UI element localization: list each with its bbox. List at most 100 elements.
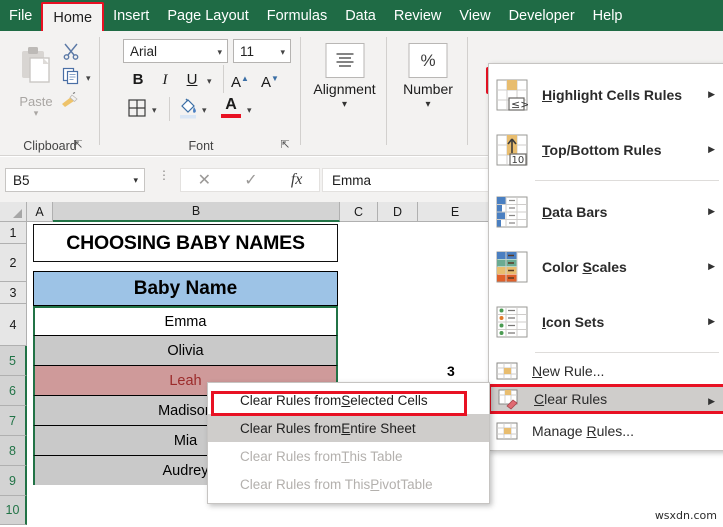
clear-rules-submenu: Clear Rules from Selected Cells Clear Ru… [207, 382, 490, 504]
row-header-6[interactable]: 6 [0, 376, 27, 406]
menu-item-label: New Rule... [532, 363, 605, 379]
underline-button[interactable]: U [181, 69, 203, 91]
cell-b5[interactable]: Emma [33, 306, 338, 336]
submenu-arrow-icon: ▶ [708, 316, 715, 326]
grow-font-button[interactable]: A▲ [229, 68, 251, 91]
tab-view[interactable]: View [450, 0, 499, 31]
fill-color-caret-icon[interactable]: ▾ [202, 105, 207, 116]
row-header-1[interactable]: 1 [0, 222, 27, 244]
submenu-item-clear-selected-cells[interactable]: Clear Rules from Selected Cells [208, 386, 489, 414]
font-color-button[interactable]: A [221, 97, 241, 118]
row-header-8[interactable]: 8 [0, 436, 27, 466]
column-header-a[interactable]: A [27, 202, 53, 222]
paste-button[interactable]: Paste ▾ [10, 45, 62, 118]
group-separator [99, 37, 100, 145]
row-header-5[interactable]: 5 [0, 346, 27, 376]
submenu-item-clear-this-table: Clear Rules from This Table [240, 448, 403, 464]
tab-file[interactable]: File [0, 0, 41, 31]
menu-item-icon-sets[interactable]: Icon Sets ▶ [489, 294, 723, 349]
clipboard-dialog-launcher-icon[interactable]: ⇱ [72, 139, 84, 151]
column-header-b[interactable]: B [53, 202, 340, 222]
copy-caret-icon[interactable]: ▾ [86, 73, 91, 84]
column-header-c[interactable]: C [340, 202, 378, 222]
row-header-4[interactable]: 4 [0, 304, 27, 346]
enter-icon[interactable]: ✓ [244, 170, 257, 190]
alignment-button[interactable] [325, 43, 364, 78]
select-all-corner[interactable] [0, 202, 27, 222]
tab-insert[interactable]: Insert [104, 0, 158, 31]
font-size-input[interactable]: 11 ▾ [233, 39, 291, 63]
row-header-7[interactable]: 7 [0, 406, 27, 436]
submenu-item-clear-entire-sheet[interactable]: Clear Rules from Entire Sheet [208, 414, 489, 442]
font-size-value: 11 [240, 43, 255, 59]
ribbon-group-alignment: Alignment ▾ [302, 31, 387, 156]
menu-item-new-rule[interactable]: New Rule... [489, 356, 723, 386]
formula-bar-grip[interactable]: ⋮ [158, 169, 170, 181]
font-size-caret-icon[interactable]: ▾ [280, 47, 285, 58]
borders-icon[interactable] [127, 98, 147, 118]
manage-rules-icon [496, 422, 518, 440]
number-format-button[interactable]: % [408, 43, 448, 78]
menu-item-label: Data Bars [542, 203, 608, 220]
alignment-caret-icon[interactable]: ▾ [302, 99, 387, 110]
name-box[interactable]: B5 ▾ [5, 168, 145, 192]
tab-developer[interactable]: Developer [500, 0, 584, 31]
tab-help[interactable]: Help [584, 0, 632, 31]
color-scales-icon [496, 251, 528, 282]
percent-icon: % [420, 50, 436, 70]
font-inner-separator-2 [169, 97, 170, 121]
menu-item-color-scales[interactable]: Color Scales ▶ [489, 239, 723, 294]
menu-item-label: Icon Sets [542, 313, 605, 330]
cell-b4-header[interactable]: Baby Name [33, 271, 338, 306]
row-header-9[interactable]: 9 [0, 466, 27, 496]
ribbon-group-number: % Number ▾ [388, 31, 468, 156]
shrink-font-button[interactable]: A▼ [259, 68, 281, 91]
number-caret-icon[interactable]: ▾ [388, 99, 468, 110]
row-header-2[interactable]: 2 [0, 244, 27, 282]
tab-review[interactable]: Review [385, 0, 451, 31]
tab-data[interactable]: Data [336, 0, 385, 31]
format-painter-icon[interactable] [60, 92, 80, 110]
column-header-d[interactable]: D [378, 202, 418, 222]
data-bars-icon [496, 196, 528, 227]
clear-rules-icon [498, 389, 518, 410]
menu-item-manage-rules[interactable]: Manage Rules... [489, 416, 723, 446]
row-header-3[interactable]: 3 [0, 282, 27, 304]
insert-function-icon[interactable]: fx [291, 171, 303, 189]
underline-caret-icon[interactable]: ▾ [207, 76, 212, 87]
ribbon-tab-bar: File Home Insert Page Layout Formulas Da… [0, 0, 723, 31]
font-dialog-launcher-icon[interactable]: ⇱ [279, 139, 291, 151]
column-header-e[interactable]: E [418, 202, 493, 222]
tab-page-layout[interactable]: Page Layout [158, 0, 257, 31]
icon-sets-icon [496, 306, 528, 337]
row-header-10[interactable]: 10 [0, 496, 27, 525]
font-name-caret-icon[interactable]: ▾ [217, 47, 222, 58]
tab-home[interactable]: Home [41, 2, 105, 31]
menu-item-highlight-cells-rules[interactable]: ≤> Highlight Cells Rules ▶ [489, 67, 723, 122]
cell-b6[interactable]: Olivia [33, 336, 338, 366]
menu-item-top-bottom-rules[interactable]: 10 Top/Bottom Rules ▶ [489, 122, 723, 177]
paste-label: Paste [19, 94, 53, 109]
borders-caret-icon[interactable]: ▾ [152, 105, 157, 116]
italic-button[interactable]: I [154, 69, 176, 91]
submenu-arrow-icon: ▶ [708, 89, 715, 99]
paste-caret-icon[interactable]: ▾ [10, 109, 62, 118]
fill-color-icon[interactable] [177, 97, 198, 119]
svg-text:≤>: ≤> [511, 98, 528, 111]
font-color-letter: A [225, 96, 237, 113]
menu-item-label: Manage Rules... [532, 423, 634, 439]
group-separator [386, 37, 387, 145]
cut-scissors-icon[interactable] [62, 42, 80, 60]
bold-button[interactable]: B [127, 69, 149, 91]
font-color-caret-icon[interactable]: ▾ [247, 105, 252, 116]
menu-item-clear-rules[interactable]: Clear Rules ▶ [488, 384, 723, 414]
menu-item-data-bars[interactable]: Data Bars ▶ [489, 184, 723, 239]
cell-b2-title[interactable]: CHOOSING BABY NAMES [33, 224, 338, 262]
tab-formulas[interactable]: Formulas [258, 0, 336, 31]
copy-icon[interactable] [62, 67, 80, 85]
font-name-input[interactable]: Arial ▾ [123, 39, 228, 63]
name-box-caret-icon[interactable]: ▾ [133, 175, 138, 186]
cancel-icon[interactable]: ✕ [198, 170, 211, 190]
cell-e6-value: 3 [447, 363, 455, 379]
font-color-swatch [221, 114, 241, 118]
